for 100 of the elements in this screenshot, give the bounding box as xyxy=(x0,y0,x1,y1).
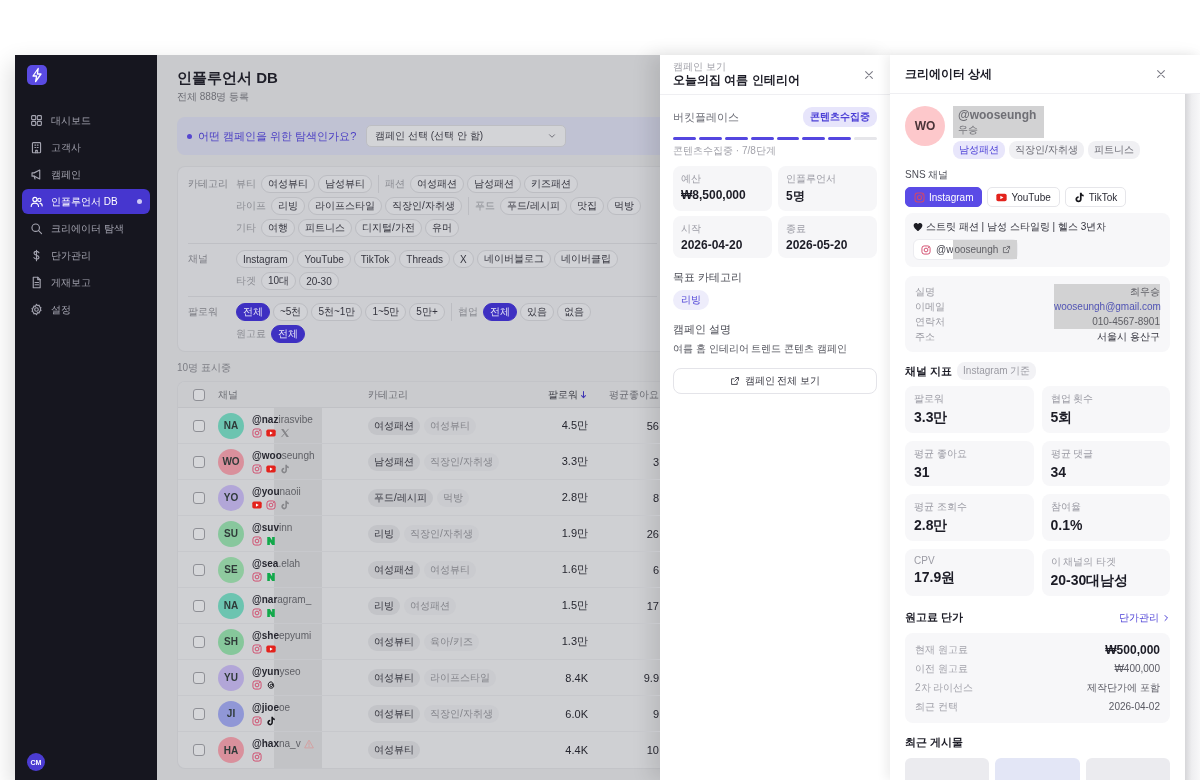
view-campaign-button[interactable]: 캠페인 전체 보기 xyxy=(673,368,877,394)
filter-chip[interactable]: 맛집 xyxy=(569,197,604,215)
checkbox[interactable] xyxy=(193,599,205,612)
campaign-select[interactable]: 캠페인 선택 (선택 안 함) xyxy=(366,125,567,147)
nav-item[interactable]: 캠페인 xyxy=(22,162,150,187)
handle-text[interactable]: @nazirasvibe xyxy=(252,413,313,425)
filter-chip[interactable]: 5천~1만 xyxy=(311,303,363,321)
category-tag: 리빙 xyxy=(673,290,709,310)
filter-chip[interactable]: 네이버클립 xyxy=(553,250,618,268)
likes-count: 10 xyxy=(645,744,659,756)
contact-label: 주소 xyxy=(915,329,935,344)
filter-chip[interactable]: TikTok xyxy=(353,250,397,268)
handle-text[interactable]: @naragram_ xyxy=(252,593,312,605)
checkbox[interactable] xyxy=(193,707,205,720)
contact-label: 연락처 xyxy=(915,314,945,329)
filter-chip[interactable]: 전체 xyxy=(236,303,270,321)
nav-item[interactable]: 크리에이터 탐색 xyxy=(22,216,150,241)
metric-value: 17.9원 xyxy=(914,569,957,587)
panel-title: 크리에이터 상세 xyxy=(905,66,993,82)
follower-count: 2.8만 xyxy=(560,490,588,505)
checkbox[interactable] xyxy=(193,671,205,684)
rate-value: 2026-04-02 xyxy=(1108,701,1160,712)
filter-chip[interactable]: 네이버블로그 xyxy=(476,250,551,268)
filter-chip[interactable]: 20-30 xyxy=(299,272,339,290)
rate-management-link[interactable]: 단가관리 xyxy=(1119,610,1170,625)
filter-chip[interactable]: 여행 xyxy=(261,219,295,237)
checkbox[interactable] xyxy=(193,635,205,648)
follower-count: 4.5만 xyxy=(560,418,588,433)
handle-text[interactable]: @wooseungh xyxy=(252,449,315,461)
metric-label: 평균 조회수 xyxy=(914,500,968,514)
external-link-icon xyxy=(729,376,740,386)
likes-count: 8 xyxy=(651,491,659,504)
category-tag: 푸드/레시피 xyxy=(368,488,433,507)
likes-count: 56 xyxy=(645,419,659,432)
close-icon xyxy=(1155,68,1167,80)
likes-count: 9.9 xyxy=(642,671,659,684)
filter-group-label: 기타 xyxy=(236,221,256,235)
filter-chip[interactable]: 있음 xyxy=(519,303,554,321)
handle-text[interactable]: @younaoii xyxy=(252,485,301,497)
metric-label: 협업 횟수 xyxy=(1050,392,1095,406)
filter-chip[interactable]: Threads xyxy=(399,250,450,268)
nav-item[interactable]: 대시보드 xyxy=(22,108,150,133)
handle-text[interactable]: @yunyseo xyxy=(252,665,301,677)
filter-chip[interactable]: 10대 xyxy=(261,272,297,290)
dot-icon xyxy=(187,133,192,139)
nav-item[interactable]: 설정 xyxy=(22,297,150,322)
nav-item[interactable]: 게재보고 xyxy=(22,270,150,295)
filter-chip[interactable]: 푸드/레시피 xyxy=(499,197,567,215)
filter-chip[interactable]: 라이프스타일 xyxy=(308,197,382,215)
handle-text[interactable]: @sheepyumi xyxy=(252,629,312,641)
filter-chip[interactable]: 여성패션 xyxy=(410,175,464,193)
filter-chip[interactable]: 직장인/자취생 xyxy=(385,197,462,215)
stat-value: 5명 xyxy=(786,188,806,205)
likes-count: 9 xyxy=(651,707,659,720)
filter-chip[interactable]: 먹방 xyxy=(606,197,641,215)
filter-chip[interactable]: YouTube xyxy=(297,250,351,268)
filter-chip[interactable]: 키즈패션 xyxy=(524,175,578,193)
column-header[interactable]: 팔로워 xyxy=(538,387,588,402)
section-title: 원고료 단가 xyxy=(905,610,964,625)
filter-chip[interactable]: 남성패션 xyxy=(467,175,521,193)
category-tag: 여성패션 xyxy=(404,596,456,615)
checkbox[interactable] xyxy=(193,388,205,401)
filter-chip[interactable]: 피트니스 xyxy=(298,219,352,237)
email-link[interactable]: wooseungh@gmail.com xyxy=(1054,299,1160,314)
building-icon xyxy=(30,141,43,154)
checkbox[interactable] xyxy=(193,527,205,540)
filter-chip[interactable]: 5만+ xyxy=(409,303,445,321)
checkbox[interactable] xyxy=(193,744,205,756)
handle-text[interactable]: @suvinn xyxy=(252,521,293,533)
filter-label: 채널 xyxy=(188,252,209,266)
channel-tab[interactable]: YouTube xyxy=(987,187,1060,207)
filter-chip[interactable]: ~5천 xyxy=(273,303,309,321)
channel-tab[interactable]: TikTok xyxy=(1064,187,1127,207)
filter-chip[interactable]: 남성뷰티 xyxy=(318,175,372,193)
profile-link[interactable]: @wooseungh xyxy=(913,239,1019,260)
handle-text[interactable]: @sea.elah xyxy=(252,557,301,569)
nav-item[interactable]: 인플루언서 DB xyxy=(22,189,150,214)
filter-chip[interactable]: Instagram xyxy=(236,250,295,268)
section-label: 캠페인 설명 xyxy=(673,322,733,337)
checkbox[interactable] xyxy=(193,419,205,432)
filter-chip[interactable]: 유머 xyxy=(424,219,459,237)
filter-chip[interactable]: 여성뷰티 xyxy=(261,175,315,193)
filter-chip[interactable]: 없음 xyxy=(556,303,591,321)
search-icon xyxy=(30,222,43,235)
filter-chip[interactable]: 전체 xyxy=(482,303,517,321)
filter-chip[interactable]: 리빙 xyxy=(271,197,305,215)
checkbox[interactable] xyxy=(193,491,205,504)
channel-tab[interactable]: Instagram xyxy=(905,187,983,207)
metric-value: 5회 xyxy=(1050,409,1074,427)
category-tag: 리빙 xyxy=(368,596,400,615)
nav-item[interactable]: 고객사 xyxy=(22,135,150,160)
filter-chip[interactable]: X xyxy=(453,250,474,268)
checkbox[interactable] xyxy=(193,563,205,576)
checkbox[interactable] xyxy=(193,455,205,468)
handle-text[interactable]: @jioeoe xyxy=(252,701,291,713)
handle-text[interactable]: @haxna_v xyxy=(252,738,301,749)
filter-chip[interactable]: 1~5만 xyxy=(365,303,407,321)
filter-chip[interactable]: 디지털/가전 xyxy=(355,219,422,237)
nav-item[interactable]: 단가관리 xyxy=(22,243,150,268)
filter-chip[interactable]: 전체 xyxy=(271,325,305,343)
